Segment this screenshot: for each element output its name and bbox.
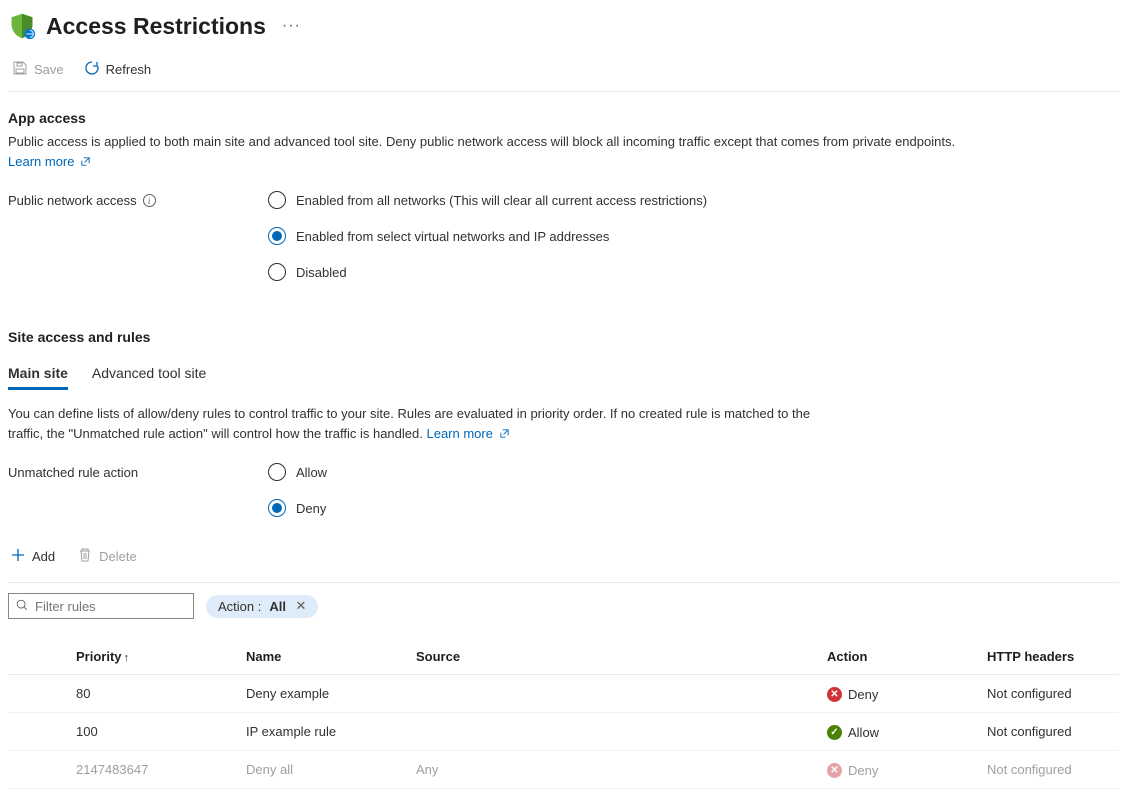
deny-icon: ✕ <box>827 687 842 702</box>
radio-unmatched-allow[interactable]: Allow <box>268 463 327 481</box>
refresh-icon <box>84 60 100 79</box>
site-access-section: Site access and rules Main site Advanced… <box>8 329 1119 789</box>
cell-priority: 100 <box>68 713 238 751</box>
radio-enabled-select-label: Enabled from select virtual networks and… <box>296 229 609 244</box>
cell-action: ✕Deny <box>819 675 979 713</box>
external-link-icon <box>78 154 91 169</box>
tab-main-site[interactable]: Main site <box>8 359 68 390</box>
table-row[interactable]: 100IP example rule ✓AllowNot configured <box>8 713 1119 751</box>
unmatched-rule-label: Unmatched rule action <box>8 463 268 480</box>
cell-name: Deny all <box>238 751 408 789</box>
page-title: Access Restrictions <box>46 13 266 40</box>
chip-value: All <box>269 599 286 614</box>
cell-http-headers: Not configured <box>979 675 1119 713</box>
app-access-description: Public access is applied to both main si… <box>8 132 1008 171</box>
cell-name: IP example rule <box>238 713 408 751</box>
site-access-learn-more-link[interactable]: Learn more <box>426 426 509 441</box>
refresh-label: Refresh <box>106 62 152 77</box>
cell-action: ✕Deny <box>819 751 979 789</box>
cell-source <box>408 713 819 751</box>
rules-table: Priority↑ Name Source Action HTTP header… <box>8 639 1119 789</box>
plus-icon <box>10 547 26 566</box>
command-bar: Save Refresh <box>8 52 1119 92</box>
radio-disabled[interactable]: Disabled <box>268 263 707 281</box>
site-access-title: Site access and rules <box>8 329 1119 345</box>
cell-action: ✓Allow <box>819 713 979 751</box>
col-action[interactable]: Action <box>819 639 979 675</box>
refresh-button[interactable]: Refresh <box>82 58 154 81</box>
search-icon <box>15 598 29 615</box>
radio-unmatched-allow-label: Allow <box>296 465 327 480</box>
col-name[interactable]: Name <box>238 639 408 675</box>
add-label: Add <box>32 549 55 564</box>
filter-input-wrap[interactable] <box>8 593 194 619</box>
site-tabs: Main site Advanced tool site <box>8 359 1119 390</box>
app-access-learn-more-link[interactable]: Learn more <box>8 154 91 169</box>
cell-priority: 2147483647 <box>68 751 238 789</box>
allow-icon: ✓ <box>827 725 842 740</box>
app-access-section: App access Public access is applied to b… <box>8 110 1119 281</box>
radio-unmatched-deny[interactable]: Deny <box>268 499 327 517</box>
unmatched-rule-field: Unmatched rule action Allow Deny <box>8 463 1119 517</box>
filter-rules-input[interactable] <box>35 599 187 614</box>
cell-priority: 80 <box>68 675 238 713</box>
radio-disabled-label: Disabled <box>296 265 347 280</box>
public-network-access-field: Public network access i Enabled from all… <box>8 191 1119 281</box>
public-network-access-label: Public network access i <box>8 191 268 208</box>
trash-icon <box>77 547 93 566</box>
delete-label: Delete <box>99 549 137 564</box>
filter-row: Action : All ✕ <box>8 593 1119 619</box>
rules-toolbar: Add Delete <box>8 545 1119 583</box>
cell-http-headers: Not configured <box>979 713 1119 751</box>
unmatched-radio-group: Allow Deny <box>268 463 327 517</box>
save-label: Save <box>34 62 64 77</box>
tab-advanced-tool-site[interactable]: Advanced tool site <box>92 359 206 390</box>
info-icon[interactable]: i <box>143 194 156 207</box>
action-filter-chip[interactable]: Action : All ✕ <box>206 595 318 618</box>
cell-http-headers: Not configured <box>979 751 1119 789</box>
site-access-description: You can define lists of allow/deny rules… <box>8 404 838 443</box>
col-priority[interactable]: Priority↑ <box>68 639 238 675</box>
public-network-radio-group: Enabled from all networks (This will cle… <box>268 191 707 281</box>
more-menu-button[interactable]: ··· <box>276 17 307 35</box>
col-http[interactable]: HTTP headers <box>979 639 1119 675</box>
shield-icon <box>8 12 36 40</box>
delete-rule-button[interactable]: Delete <box>75 545 139 568</box>
table-row[interactable]: 80Deny example ✕DenyNot configured <box>8 675 1119 713</box>
page-header: Access Restrictions ··· <box>8 8 1119 52</box>
chip-prefix: Action : <box>218 599 261 614</box>
cell-source: Any <box>408 751 819 789</box>
table-header-row: Priority↑ Name Source Action HTTP header… <box>8 639 1119 675</box>
add-rule-button[interactable]: Add <box>8 545 57 568</box>
chip-clear-icon[interactable]: ✕ <box>294 599 308 613</box>
sort-asc-icon: ↑ <box>124 652 130 664</box>
cell-source <box>408 675 819 713</box>
save-button[interactable]: Save <box>10 58 66 81</box>
radio-enabled-all[interactable]: Enabled from all networks (This will cle… <box>268 191 707 209</box>
deny-icon: ✕ <box>827 763 842 778</box>
col-source[interactable]: Source <box>408 639 819 675</box>
radio-enabled-all-label: Enabled from all networks (This will cle… <box>296 193 707 208</box>
radio-enabled-select[interactable]: Enabled from select virtual networks and… <box>268 227 707 245</box>
radio-unmatched-deny-label: Deny <box>296 501 326 516</box>
table-row[interactable]: 2147483647Deny allAny✕DenyNot configured <box>8 751 1119 789</box>
save-icon <box>12 60 28 79</box>
external-link-icon <box>497 426 510 441</box>
cell-name: Deny example <box>238 675 408 713</box>
app-access-title: App access <box>8 110 1119 126</box>
